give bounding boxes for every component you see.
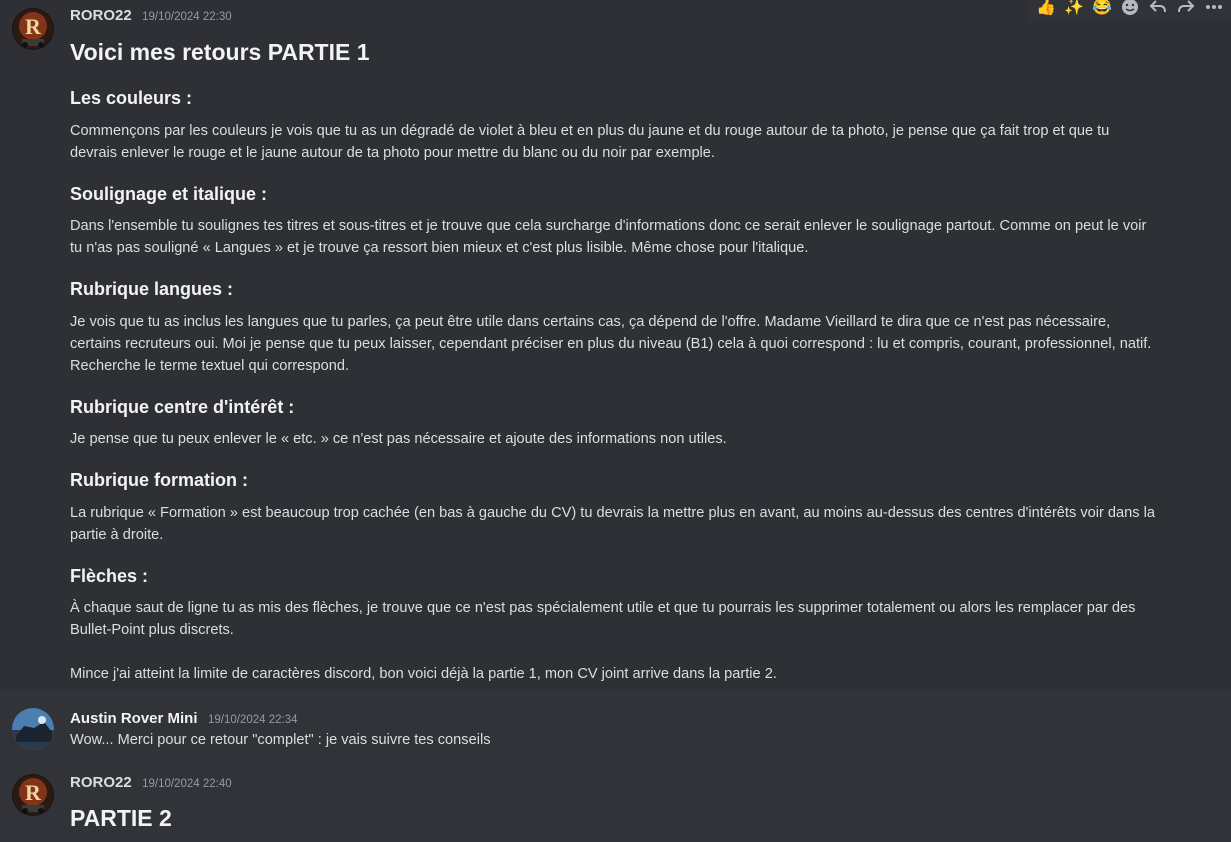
section-text-line: tu n'as pas souligné « Langues » et je t… [70, 240, 809, 256]
timestamp[interactable]: 19/10/2024 22:34 [208, 714, 298, 726]
message-title: PARTIE 2 [70, 805, 172, 831]
section-heading-formation: Rubrique formation : [70, 470, 248, 490]
message-header: RORO22 19/10/2024 22:40 [70, 774, 232, 792]
message-action-toolbar: 👍 ✨ 😂 [1029, 0, 1231, 20]
author-name[interactable]: RORO22 [70, 774, 132, 791]
section-text-line: Dans l'ensemble tu soulignes tes titres … [70, 218, 1147, 234]
section-text-line: devrais enlever le rouge et le jaune aut… [70, 145, 715, 161]
laughing-reaction-icon[interactable]: 😂 [1091, 0, 1113, 18]
svg-text:R: R [25, 780, 42, 805]
forward-icon[interactable] [1175, 0, 1197, 18]
closing-text: Mince j'ai atteint la limite de caractèr… [70, 666, 777, 682]
section-text-line: Je pense que tu peux enlever le « etc. »… [70, 431, 727, 447]
section-text-line: certains recruteurs oui. Moi je pense qu… [70, 336, 1152, 352]
more-options-icon[interactable] [1203, 0, 1225, 18]
avatar-roro22[interactable]: R [12, 774, 54, 816]
chat-messages: R RORO22 19/10/2024 22:30 👍 ✨ 😂 Voici me… [0, 0, 1231, 842]
add-reaction-icon[interactable] [1119, 0, 1141, 18]
section-heading-couleurs: Les couleurs : [70, 88, 193, 108]
section-text-line: La rubrique « Formation » est beaucoup t… [70, 505, 1155, 521]
section-heading-centre-interet: Rubrique centre d'intérêt : [70, 397, 295, 417]
timestamp[interactable]: 19/10/2024 22:40 [142, 778, 232, 790]
section-text-line: À chaque saut de ligne tu as mis des flè… [70, 600, 1136, 616]
message-header: RORO22 19/10/2024 22:30 [70, 7, 232, 25]
section-heading-fleches: Flèches : [70, 566, 149, 586]
section-text-line: Commençons par les couleurs je vois que … [70, 123, 1110, 139]
message-text: Wow... Merci pour ce retour "complet" : … [70, 732, 491, 748]
timestamp[interactable]: 19/10/2024 22:30 [142, 11, 232, 23]
author-name[interactable]: RORO22 [70, 7, 132, 24]
avatar-roro22[interactable]: R [12, 8, 54, 50]
section-heading-soulignage: Soulignage et italique : [70, 184, 268, 204]
message-roro22-part1[interactable]: R RORO22 19/10/2024 22:30 👍 ✨ 😂 Voici me… [0, 0, 1231, 690]
reply-icon[interactable] [1147, 0, 1169, 18]
svg-text:R: R [25, 14, 42, 39]
author-name[interactable]: Austin Rover Mini [70, 710, 198, 727]
section-text-line: Bullet-Point plus discrets. [70, 622, 234, 638]
section-text-line: Je vois que tu as inclus les langues que… [70, 314, 1111, 330]
message-austin-rover-mini[interactable]: Austin Rover Mini 19/10/2024 22:34 Wow..… [0, 700, 1231, 760]
message-header: Austin Rover Mini 19/10/2024 22:34 [70, 710, 298, 728]
thumbs-up-reaction-icon[interactable]: 👍 [1035, 0, 1057, 18]
sparkles-reaction-icon[interactable]: ✨ [1063, 0, 1085, 18]
message-roro22-part2[interactable]: R RORO22 19/10/2024 22:40 PARTIE 2 [0, 766, 1231, 842]
section-text-line: Recherche le terme textuel qui correspon… [70, 358, 350, 374]
message-title: Voici mes retours PARTIE 1 [70, 39, 370, 65]
section-heading-langues: Rubrique langues : [70, 279, 234, 299]
avatar-austin-rover-mini[interactable] [12, 708, 54, 750]
section-text-line: partie à droite. [70, 527, 164, 543]
